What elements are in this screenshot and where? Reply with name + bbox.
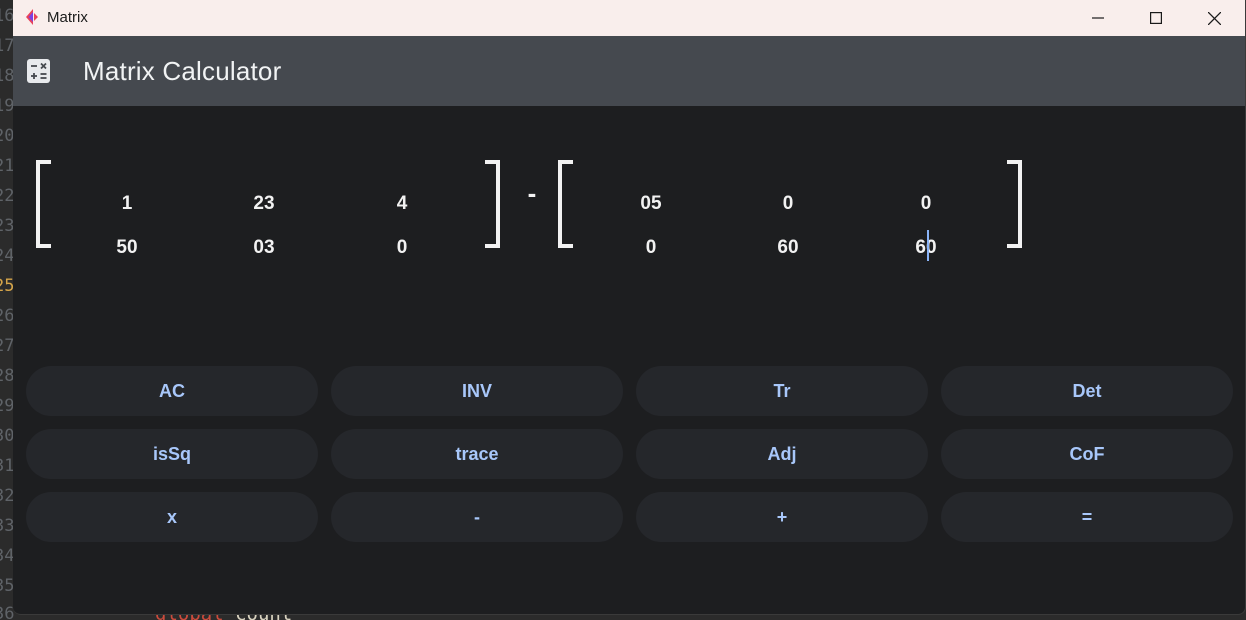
app-window: Matrix Matrix Calculator 1 23 4 50 03 0 … [13, 0, 1246, 615]
title-bar[interactable]: Matrix [13, 0, 1245, 36]
is-square-button[interactable]: isSq [26, 429, 318, 479]
line-number: 29 [0, 396, 14, 416]
line-number: 23 [0, 216, 14, 236]
maximize-button[interactable] [1127, 0, 1185, 36]
determinant-button[interactable]: Det [941, 366, 1233, 416]
matrix-b-cell[interactable]: 05 [611, 193, 691, 215]
line-number: 19 [0, 96, 14, 116]
matrix-a-cell[interactable]: 1 [87, 193, 167, 215]
multiply-button[interactable]: x [26, 492, 318, 542]
app-logo-icon [26, 9, 38, 25]
operator-sign: - [527, 178, 537, 208]
line-number: 26 [0, 306, 14, 326]
app-title: Matrix Calculator [83, 56, 282, 86]
text-caret [927, 230, 929, 261]
matrix-b-cell[interactable]: 0 [886, 193, 966, 215]
line-number: 24 [0, 246, 14, 266]
matrix-b-left-bracket [558, 160, 573, 248]
trace-button[interactable]: trace [331, 429, 623, 479]
matrix-b-cell[interactable]: 0 [748, 193, 828, 215]
matrix-a-cell[interactable]: 4 [362, 193, 442, 215]
editor-gutter: 16 17 18 19 20 21 22 23 24 25 26 27 28 2… [0, 0, 14, 620]
line-number: 32 [0, 486, 14, 506]
ac-button[interactable]: AC [26, 366, 318, 416]
window-title: Matrix [47, 9, 88, 26]
line-number: 20 [0, 126, 14, 146]
line-number: 36 [0, 604, 14, 620]
line-number: 22 [0, 186, 14, 206]
line-number-active: 25 [0, 276, 14, 296]
matrix-a-cell[interactable]: 03 [224, 237, 304, 259]
matrix-a-cell[interactable]: 0 [362, 237, 442, 259]
add-button[interactable]: + [636, 492, 928, 542]
line-number: 31 [0, 456, 14, 476]
equals-button[interactable]: = [941, 492, 1233, 542]
matrix-a-cell[interactable]: 50 [87, 237, 167, 259]
matrix-a-right-bracket [485, 160, 500, 248]
close-icon [1207, 11, 1221, 25]
line-number: 16 [0, 6, 14, 26]
matrix-a-left-bracket [36, 160, 51, 248]
matrix-a-cell[interactable]: 23 [224, 193, 304, 215]
line-number: 33 [0, 516, 14, 536]
minimize-icon [1092, 17, 1104, 19]
line-number: 27 [0, 336, 14, 356]
adjoint-button[interactable]: Adj [636, 429, 928, 479]
maximize-icon [1150, 12, 1162, 24]
line-number: 28 [0, 366, 14, 386]
app-bar: Matrix Calculator [13, 36, 1245, 106]
inverse-button[interactable]: INV [331, 366, 623, 416]
transpose-button[interactable]: Tr [636, 366, 928, 416]
line-number: 21 [0, 156, 14, 176]
calculator-icon[interactable] [27, 59, 50, 83]
line-number: 18 [0, 66, 14, 86]
cofactor-button[interactable]: CoF [941, 429, 1233, 479]
line-number: 30 [0, 426, 14, 446]
matrix-b-right-bracket [1007, 160, 1022, 248]
matrix-b-cell[interactable]: 60 [748, 237, 828, 259]
minimize-button[interactable] [1069, 0, 1127, 36]
matrix-b-cell[interactable]: 60 [886, 237, 966, 259]
line-number: 17 [0, 36, 14, 56]
line-number: 35 [0, 576, 14, 596]
subtract-button[interactable]: - [331, 492, 623, 542]
close-button[interactable] [1185, 0, 1243, 36]
line-number: 34 [0, 546, 14, 566]
matrix-b-cell[interactable]: 0 [611, 237, 691, 259]
